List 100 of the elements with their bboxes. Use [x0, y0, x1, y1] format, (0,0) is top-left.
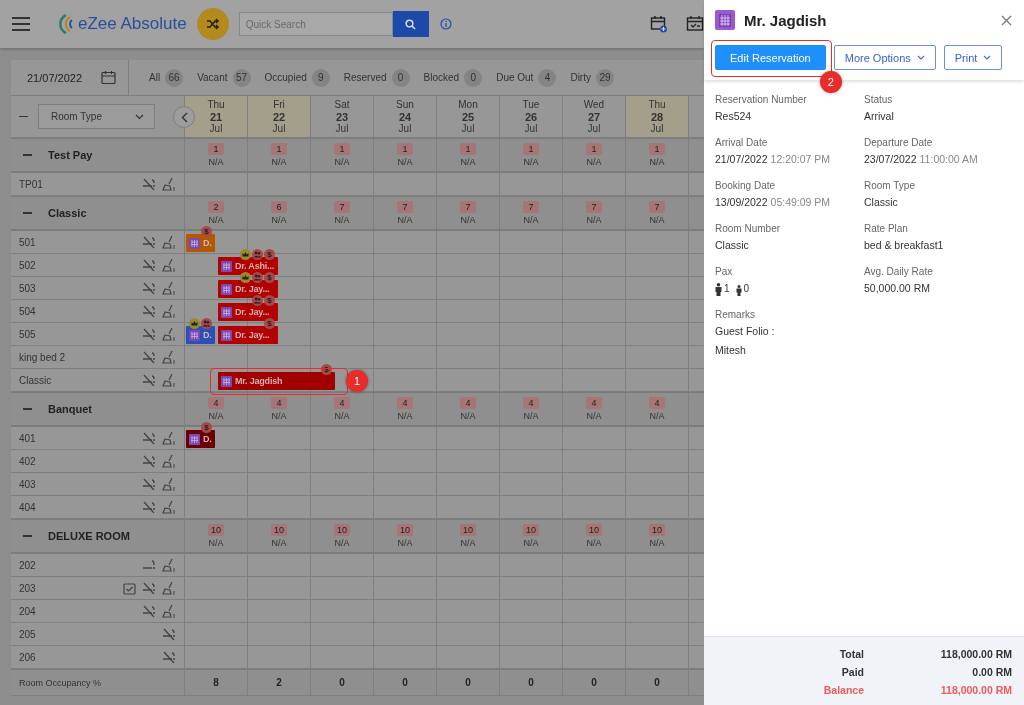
rate-text: N/A — [649, 215, 665, 225]
field-label: Booking Date — [715, 180, 777, 191]
guest-name: D. — [203, 238, 212, 248]
field-label: Status — [864, 94, 894, 105]
reservation-bar[interactable]: Dr. Jay... — [218, 326, 278, 344]
building-icon — [221, 260, 232, 272]
reservation-bar[interactable]: Mr. Jagdish — [218, 372, 335, 390]
availability-badge: 2 — [208, 201, 224, 213]
rate-text: N/A — [334, 411, 350, 421]
weekday-label: Thu — [207, 98, 225, 111]
close-icon[interactable] — [1001, 14, 1012, 26]
day-number: 27 — [587, 110, 601, 123]
availability-badge: 7 — [460, 201, 476, 213]
availability-badge: 7 — [397, 201, 413, 213]
room-name: 404 — [19, 501, 36, 513]
availability-badge: 1 — [271, 143, 287, 155]
remark-line: Guest Folio : — [715, 324, 776, 339]
field-value: 23/07/2022 — [864, 153, 917, 165]
count-badge: 9 — [311, 68, 330, 87]
filter-label[interactable]: Blocked — [423, 72, 460, 83]
rate-text: N/A — [271, 157, 287, 167]
count-badge: 4 — [538, 68, 557, 87]
availability-badge: 7 — [649, 201, 665, 213]
shuffle-button[interactable] — [196, 8, 229, 40]
room-type-dropdown[interactable]: Room Type — [38, 104, 155, 129]
availability-badge: 4 — [208, 397, 224, 409]
rate-text: N/A — [586, 157, 602, 167]
options-button[interactable]: Print — [943, 45, 1003, 70]
building-icon — [189, 329, 200, 341]
rate-text: N/A — [649, 411, 665, 421]
payment-badge: $ — [201, 422, 212, 433]
no-smoking-icon — [142, 304, 156, 318]
no-smoking-icon — [142, 327, 156, 341]
broom-icon — [162, 373, 176, 387]
menu-icon[interactable] — [12, 17, 30, 31]
field-value: Res524 — [715, 109, 753, 124]
broom-icon — [162, 477, 176, 491]
filter-label[interactable]: Vacant — [197, 72, 228, 83]
options-button[interactable]: More Options — [833, 45, 936, 70]
day-number: 22 — [272, 110, 286, 123]
calendar-icon[interactable] — [101, 70, 116, 85]
total-value: 0.00 RM — [971, 665, 1012, 680]
broom-icon — [162, 500, 176, 514]
availability-badge: 10 — [649, 524, 665, 536]
rate-text: N/A — [334, 215, 350, 225]
reservation-bar[interactable]: Dr. Jay... — [218, 280, 278, 298]
calendar-add-icon[interactable] — [650, 15, 668, 33]
rate-text: N/A — [334, 157, 350, 167]
no-smoking-icon — [162, 627, 176, 641]
caret-icon — [135, 113, 144, 120]
field-value: 21/07/2022 — [715, 153, 768, 165]
availability-badge: 1 — [334, 143, 350, 155]
filter-label[interactable]: Reserved — [343, 72, 387, 83]
rate-text: N/A — [208, 215, 224, 225]
availability-badge: 4 — [460, 397, 476, 409]
adult-icon — [715, 283, 722, 296]
edit-button[interactable]: Edit Reservation — [715, 45, 826, 70]
search-field[interactable]: Quick Search — [238, 12, 393, 36]
reservation-bar[interactable]: Dr. Jay... — [218, 303, 278, 321]
reservation-bar[interactable]: Dr. Ashi... — [218, 257, 278, 275]
availability-badge: 4 — [334, 397, 350, 409]
filter-label[interactable]: Dirty — [570, 72, 591, 83]
no-smoking-icon — [142, 350, 156, 364]
availability-badge: 4 — [586, 397, 602, 409]
rate-text: N/A — [397, 411, 413, 421]
occupancy-value: 0 — [528, 677, 534, 688]
reservation-bar[interactable]: D. — [186, 430, 215, 448]
child-count: 0 — [743, 282, 750, 296]
previous-button[interactable] — [173, 106, 195, 128]
rate-text: N/A — [586, 411, 602, 421]
field-label: Room Type — [864, 180, 916, 191]
field-label: Remarks — [715, 309, 756, 320]
broom-icon — [162, 177, 176, 191]
search-icon — [405, 18, 417, 30]
reservation-bar[interactable]: D. — [186, 234, 215, 252]
room-name: 205 — [19, 628, 36, 640]
availability-badge: 1 — [586, 143, 602, 155]
no-smoking-icon — [162, 650, 176, 664]
calendar-check-icon[interactable] — [686, 15, 704, 33]
availability-badge: 1 — [208, 143, 224, 155]
filter-label[interactable]: Occupied — [264, 72, 307, 83]
people-icon — [252, 249, 263, 260]
filter-label[interactable]: All — [149, 72, 161, 83]
availability-badge: 10 — [208, 524, 224, 536]
no-smoking-icon — [142, 454, 156, 468]
month-label: Jul — [209, 122, 223, 135]
availability-badge: 4 — [271, 397, 287, 409]
room-name: 203 — [19, 582, 36, 594]
group-name: Classic — [48, 207, 87, 219]
month-label: Jul — [398, 122, 412, 135]
filter-label[interactable]: Due Out — [496, 72, 534, 83]
rate-text: N/A — [460, 157, 476, 167]
search-button[interactable] — [392, 11, 429, 37]
no-smoking-icon — [142, 431, 156, 445]
info-icon[interactable] — [439, 18, 452, 30]
no-smoking-icon — [142, 235, 156, 249]
field-value: 50,000.00 RM — [864, 281, 931, 296]
collapse-icon[interactable] — [19, 115, 28, 118]
rate-text: N/A — [523, 411, 539, 421]
month-label: Jul — [650, 122, 664, 135]
